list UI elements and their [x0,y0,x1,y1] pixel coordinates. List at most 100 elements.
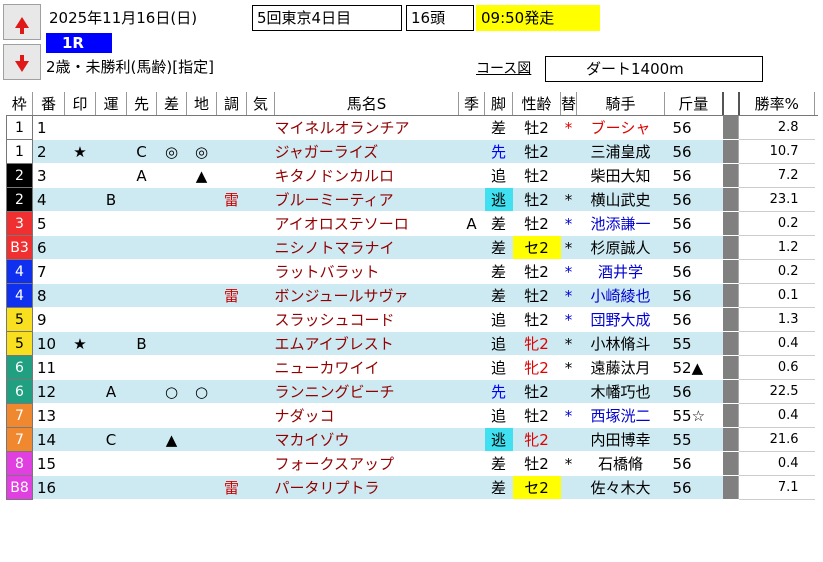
mark-un [95,451,127,476]
mark-un [95,331,127,356]
mark-un [95,139,127,164]
jockey-name: 柴田大知 [576,163,665,188]
season-mark [458,379,485,404]
mark-chi [186,451,217,476]
column-header[interactable] [722,92,740,116]
column-header[interactable]: 地 [186,92,217,116]
season-mark: A [458,211,485,236]
horse-number: 4 [32,187,65,212]
mark-un [95,235,127,260]
table-row[interactable]: 5 9 スラッシュコード追牡2 * 団野大成 56 1.3 [6,307,815,332]
table-row[interactable]: 2 3 A ▲ キタノドンカルロ追牡2 柴田大知 56 7.2 [6,163,815,188]
table-row[interactable]: 4 8 雷 ボンジュールサヴァ差牡2 * 小崎綾也 56 0.1 [6,283,815,308]
jockey-change: * [560,115,577,140]
mark-sa [156,331,187,356]
table-row[interactable]: 1 1 マイネルオランチア差牡2 * ブーシャ 56 2.8 [6,115,815,140]
mark-cho [216,235,247,260]
column-header[interactable]: 気 [246,92,275,116]
horse-number: 1 [32,115,65,140]
prev-race-button[interactable] [3,4,41,40]
race-condition: 2歳・未勝利(馬齢)[指定] [46,58,214,76]
carried-weight: 56 [664,187,723,212]
arrow-down-icon [15,54,29,72]
table-row[interactable]: 2 4 B 雷 ブルーミーティア逃牡2 * 横山武史 56 23.1 [6,187,815,212]
carried-weight: 56 [664,259,723,284]
table-row[interactable]: 4 7 ラットバラット差牡2 * 酒井学 56 0.2 [6,259,815,284]
jockey-change: * [560,307,577,332]
table-row[interactable]: B3 6 ニシノトマラナイ差セ2 * 杉原誠人 56 1.2 [6,235,815,260]
column-header[interactable]: 替 [560,92,578,116]
table-row[interactable]: 7 14 C ▲ マカイゾウ逃牝2 内田博幸 55 21.6 [6,427,815,452]
table-row[interactable]: 5 10 ★ B エムアイブレスト追牝2 * 小林脩斗 55 0.4 [6,331,815,356]
column-header[interactable]: 騎手 [576,92,666,116]
table-row[interactable]: 7 13 ナダッコ追牡2 * 西塚洸二 55☆ 0.4 [6,403,815,428]
course-map-link[interactable]: コース図 [476,58,531,80]
mark-sa [156,403,187,428]
run-style: 追 [484,163,513,188]
mark-sa [156,451,187,476]
mark-sen [126,283,157,308]
mark-chi [186,259,217,284]
jockey-name: ブーシャ [576,115,665,140]
horse-number: 7 [32,259,65,284]
season-mark [458,283,485,308]
mark-sen [126,259,157,284]
race-date: 2025年11月16日(日) [49,9,198,27]
jockey-change [560,139,577,164]
sex-age: 牡2 [512,139,561,164]
mark-cho: 雷 [216,475,247,500]
run-style: 追 [484,331,513,356]
column-header[interactable]: 性齢 [512,92,561,116]
table-row[interactable]: 3 5 アイオロステソーロ A 差牡2 * 池添謙一 56 0.2 [6,211,815,236]
win-rate: 1.2 [738,235,815,260]
table-row[interactable]: 6 11 ニューカワイイ追牝2 * 遠藤汰月 52▲ 0.6 [6,355,815,380]
horse-name: ボンジュールサヴァ [274,283,459,308]
gauge-bar [722,331,739,356]
jockey-name: 小崎綾也 [576,283,665,308]
column-header[interactable]: 季 [458,92,485,116]
column-header[interactable]: 差 [156,92,187,116]
mark-in [64,235,96,260]
horse-number: 3 [32,163,65,188]
jockey-change [560,379,577,404]
column-header[interactable]: 馬名S [274,92,459,116]
jockey-name: 横山武史 [576,187,665,212]
mark-sa [156,163,187,188]
mark-sen [126,427,157,452]
table-row[interactable]: B8 16 雷 パータリプトラ差セ2 佐々木大 56 7.1 [6,475,815,500]
column-header[interactable]: 調 [216,92,247,116]
jockey-change [560,475,577,500]
run-style: 追 [484,403,513,428]
column-header[interactable]: 印 [64,92,96,116]
season-mark [458,115,485,140]
horse-name: ラットバラット [274,259,459,284]
gauge-bar [722,139,739,164]
gauge-bar [722,403,739,428]
table-row[interactable]: 1 2 ★ C ◎ ◎ ジャガーライズ先牡2 三浦皇成 56 10.7 [6,139,815,164]
waku-cell: 2 [6,163,33,188]
table-row[interactable]: 6 12 A ○ ○ ランニングビーチ先牡2 木幡巧也 56 22.5 [6,379,815,404]
jockey-name: 西塚洸二 [576,403,665,428]
sex-age: 牝2 [512,331,561,356]
mark-sa [156,355,187,380]
win-rate: 0.6 [738,355,815,380]
table-row[interactable]: 8 15 フォークスアップ差牡2 * 石橋脩 56 0.4 [6,451,815,476]
column-header[interactable]: 運 [95,92,127,116]
season-mark [458,451,485,476]
column-header[interactable]: 脚 [484,92,513,116]
mark-in [64,451,96,476]
column-header[interactable]: 番 [32,92,65,116]
mark-ki [246,403,275,428]
column-header[interactable]: 枠 [6,92,33,116]
next-race-button[interactable] [3,44,41,80]
mark-chi [186,355,217,380]
arrow-up-icon [15,16,29,34]
column-header[interactable]: 先 [126,92,157,116]
mark-sa: ▲ [156,427,187,452]
mark-cho [216,331,247,356]
column-header[interactable]: 勝率% [738,92,816,116]
waku-cell: 1 [6,139,33,164]
waku-cell: B3 [6,235,33,260]
column-header[interactable]: 斤量 [664,92,724,116]
mark-sen [126,355,157,380]
